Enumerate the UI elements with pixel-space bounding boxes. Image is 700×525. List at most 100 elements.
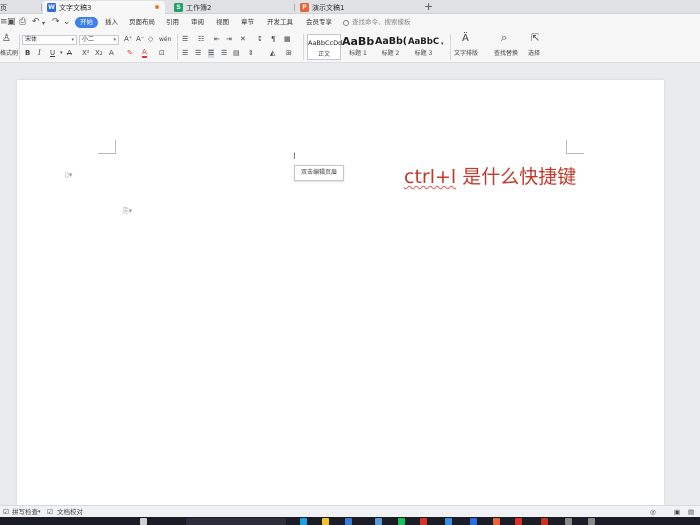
superscript-icon[interactable]: X² (82, 49, 90, 58)
spellcheck-button[interactable]: 拼写检查 (12, 507, 38, 517)
more-quick-icon[interactable]: ⌄ (63, 17, 71, 27)
border-icon[interactable]: ⊞ (286, 49, 292, 58)
menu-member[interactable]: 会员专享 (306, 18, 332, 27)
edge-icon[interactable] (300, 518, 307, 525)
proofread-button[interactable]: 文档校对 (57, 507, 83, 517)
bold-button[interactable]: B (25, 49, 30, 58)
focus-mode-icon[interactable]: ◎ (650, 507, 656, 517)
spellcheck-icon[interactable]: ☑ (3, 507, 9, 517)
menu-review[interactable]: 审阅 (191, 18, 204, 27)
numbered-list-icon[interactable]: ☷ (198, 35, 204, 44)
style-heading-1[interactable]: AaBb 标题 1 (342, 34, 374, 60)
find-replace-label[interactable]: 查找替换 (494, 49, 518, 58)
text-layout-icon[interactable]: Ä (462, 34, 469, 44)
distribute-icon[interactable]: ▤ (233, 49, 240, 58)
menu-insert[interactable]: 插入 (105, 18, 118, 27)
table-layout-icon[interactable]: ▦ (284, 35, 291, 44)
justify-icon[interactable]: ☰ (221, 49, 227, 58)
align-left-icon[interactable]: ☰ (182, 49, 188, 58)
align-center-icon[interactable]: ☰ (195, 49, 201, 58)
app-icon[interactable] (445, 518, 452, 525)
phonetic-icon[interactable]: wén (159, 35, 171, 44)
strikethrough-icon[interactable]: A (67, 49, 72, 58)
app-icon[interactable] (470, 518, 477, 525)
shrink-font-icon[interactable]: A⁻ (136, 35, 144, 44)
paragraph-layout-icon[interactable]: ▯▾ (65, 171, 72, 179)
app-icon[interactable] (493, 518, 500, 525)
redo-icon[interactable]: ↷ (52, 17, 60, 27)
tab-spreadsheet[interactable]: S 工作簿2 (170, 1, 290, 14)
indent-icon[interactable]: ⇥ (226, 35, 232, 44)
style-heading-3[interactable]: AaBbC 标题 3 (407, 34, 440, 60)
menu-references[interactable]: 引用 (166, 18, 179, 27)
case-icon[interactable]: A (109, 49, 114, 58)
print-preview-icon[interactable]: ⎙ (19, 17, 26, 27)
select-label[interactable]: 选择 (528, 49, 540, 58)
clear-format-icon[interactable]: ◇ (148, 35, 153, 44)
chevron-down-icon: ▾ (71, 37, 74, 43)
align-right-icon[interactable]: ☰ (208, 49, 215, 58)
chinese-layout-icon[interactable]: ✕ (240, 35, 246, 44)
document-page[interactable]: ▯▾ ⎘▾ I 双击编辑页眉 ctrl+l 是什么快捷键 (17, 80, 664, 505)
text-layout-label[interactable]: 文字排版 (454, 49, 478, 58)
sheet-file-icon: S (174, 3, 183, 12)
styles-more-icon[interactable]: ▾ (441, 40, 444, 49)
app-icon[interactable] (420, 518, 427, 525)
bullet-list-icon[interactable]: ☰ (182, 35, 188, 44)
tab-writer-doc[interactable]: W 文字文稿3 (43, 1, 165, 14)
undo-dropdown-icon[interactable]: ▾ (42, 19, 45, 29)
format-painter-icon[interactable]: ♙ (2, 34, 11, 44)
font-name-select[interactable]: 宋体 ▾ (22, 35, 77, 45)
menu-developer[interactable]: 开发工具 (267, 18, 293, 27)
document-text[interactable]: ctrl+l 是什么快捷键 (404, 162, 576, 189)
style-sample: AaBb( (375, 36, 406, 47)
taskbar-search[interactable] (186, 518, 286, 525)
page-view-icon[interactable]: ▣ (674, 507, 680, 517)
proofread-icon[interactable]: ☑ (47, 507, 53, 517)
shading-icon[interactable]: ◭ (270, 49, 275, 58)
char-border-icon[interactable]: ⊡ (159, 49, 165, 58)
app-icon[interactable] (375, 518, 382, 525)
select-cursor-icon[interactable]: ⇱ (531, 34, 539, 44)
tab-presentation[interactable]: P 演示文稿1 (296, 1, 416, 14)
font-color-icon[interactable]: A (142, 49, 147, 58)
new-tab-button[interactable]: + (424, 0, 433, 13)
italic-button[interactable]: I (38, 49, 41, 58)
menu-start[interactable]: 开始 (75, 17, 98, 28)
store-icon[interactable] (345, 518, 352, 525)
find-replace-icon[interactable]: ⌕ (501, 32, 507, 43)
chevron-down-icon[interactable]: ▾ (38, 507, 41, 517)
header-edit-tooltip: 双击编辑页眉 (294, 165, 345, 181)
style-heading-2[interactable]: AaBb( 标题 2 (375, 34, 406, 60)
app-icon[interactable] (515, 518, 522, 525)
chat-icon[interactable] (398, 518, 405, 525)
app-icon[interactable] (588, 518, 595, 525)
app-icon[interactable] (565, 518, 572, 525)
subscript-icon[interactable]: X₂ (95, 49, 103, 58)
menu-view[interactable]: 视图 (216, 18, 229, 27)
command-search[interactable]: 查找命令、搜索模板 (343, 18, 411, 27)
outline-view-icon[interactable]: ▤ (688, 507, 694, 517)
menu-section[interactable]: 章节 (241, 18, 254, 27)
grow-font-icon[interactable]: A⁺ (124, 35, 132, 44)
wps-icon[interactable] (541, 518, 548, 525)
menu-bar: ≡ ▣ ⎙ ↶ ▾ ↷ ⌄ 开始 插入 页面布局 引用 审阅 视图 章节 开发工… (0, 14, 700, 31)
format-painter-label[interactable]: 格式刷 (0, 49, 18, 58)
font-size-select[interactable]: 小二 ▾ (79, 35, 119, 45)
start-icon[interactable] (140, 518, 147, 525)
line-spacing-icon[interactable]: ⇕ (248, 49, 254, 58)
menu-page-layout[interactable]: 页面布局 (129, 18, 155, 27)
underline-button[interactable]: U (50, 49, 55, 58)
save-icon[interactable]: ▣ (7, 17, 16, 27)
highlight-icon[interactable]: ✎ (127, 49, 133, 58)
paste-options-icon[interactable]: ⎘▾ (123, 207, 132, 216)
chevron-down-icon[interactable]: ▾ (60, 49, 63, 58)
explorer-icon[interactable] (322, 518, 329, 525)
tab-home[interactable]: 页 (0, 1, 32, 14)
sort-icon[interactable]: ↕ (257, 35, 263, 44)
undo-icon[interactable]: ↶ (32, 17, 40, 27)
style-normal[interactable]: AaBbCcDd 正文 (307, 34, 342, 60)
outdent-icon[interactable]: ⇤ (214, 35, 220, 44)
show-marks-icon[interactable]: ¶ (271, 35, 275, 44)
ribbon-toolbar: ♙ 格式刷 宋体 ▾ 小二 ▾ A⁺ A⁻ ◇ wén B I U ▾ A X²… (0, 31, 700, 63)
